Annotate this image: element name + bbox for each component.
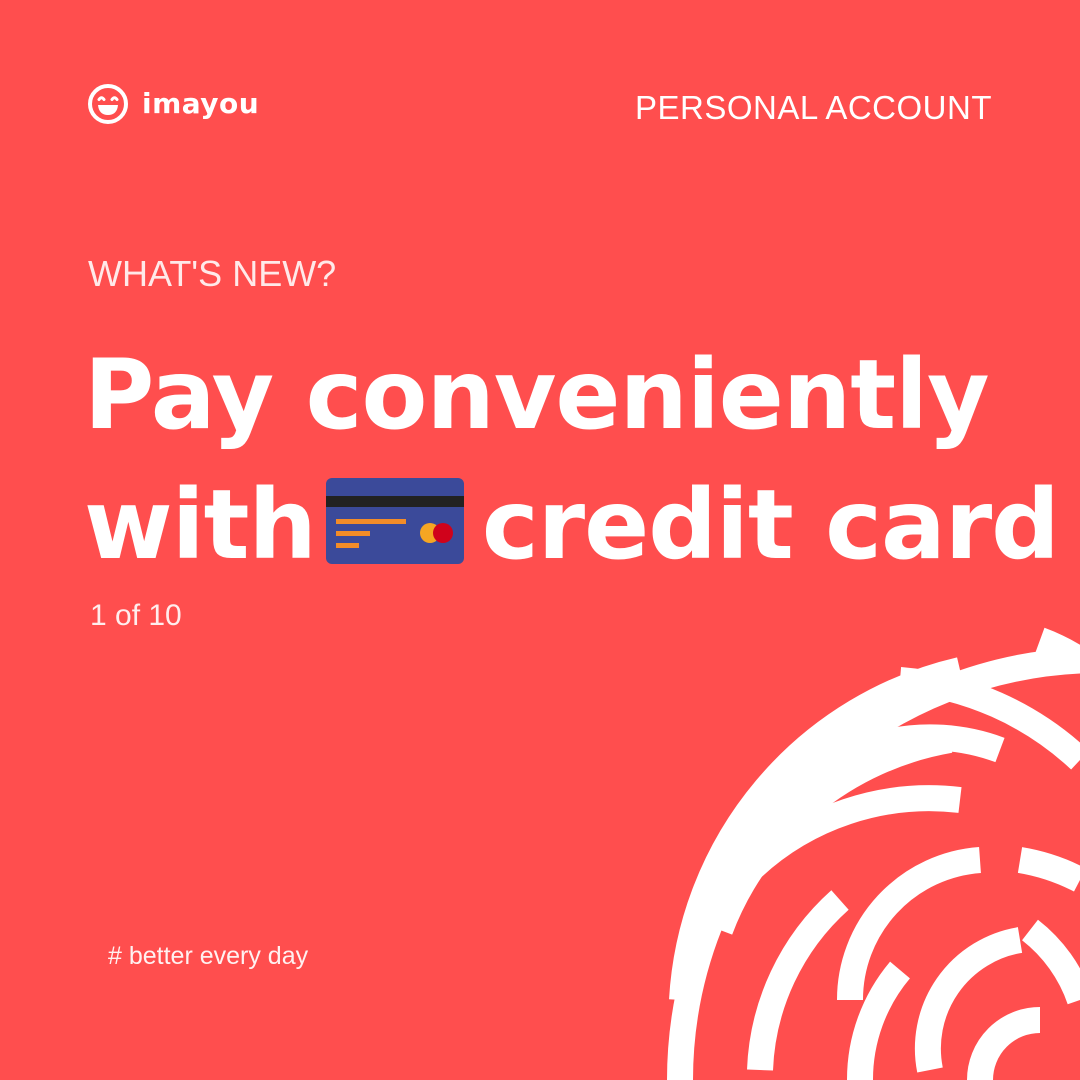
brand-name: imayou xyxy=(142,87,260,120)
headline: Pay conveniently with credit card xyxy=(84,330,1060,590)
hashtag-tagline: # better every day xyxy=(108,942,309,970)
headline-line-2: with credit card xyxy=(84,460,1060,590)
slide-counter: 1 of 10 xyxy=(90,599,182,632)
credit-card-icon xyxy=(325,478,464,564)
headline-words-credit-card: credit card xyxy=(481,469,1060,581)
account-type-label: PERSONAL ACCOUNT xyxy=(634,89,992,126)
headline-line-1: Pay conveniently xyxy=(84,339,990,451)
section-eyebrow: WHAT'S NEW? xyxy=(88,253,337,294)
brand-logo: imayou xyxy=(88,84,259,124)
headline-word-with: with xyxy=(84,469,317,581)
laughing-face-icon xyxy=(88,84,128,124)
fingerprint-icon xyxy=(667,627,1080,1080)
